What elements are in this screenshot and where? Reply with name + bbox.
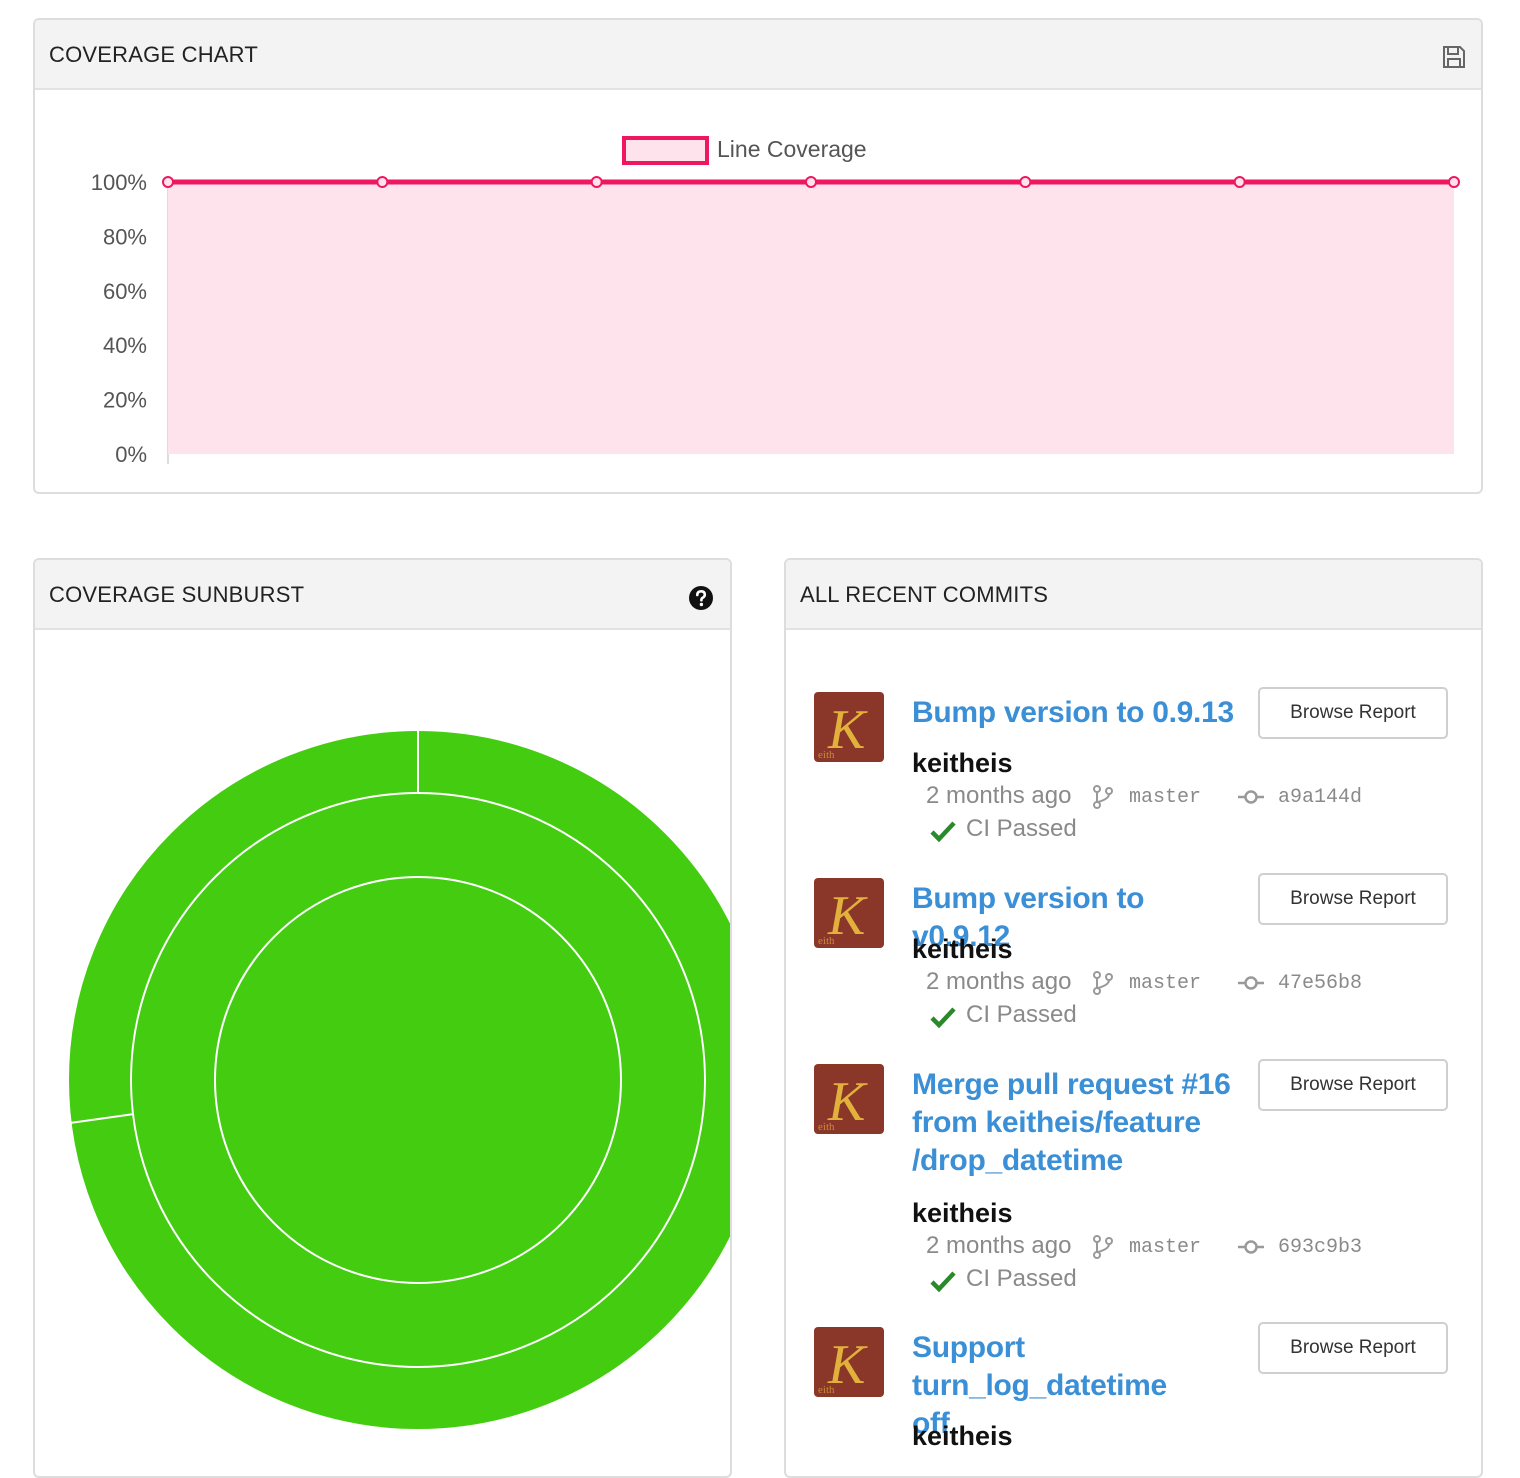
- commit-sha[interactable]: 693c9b3: [1278, 1236, 1362, 1259]
- branch-icon: [1093, 971, 1113, 995]
- coverage-sunburst-chart[interactable]: [35, 630, 732, 1478]
- commit-icon: [1238, 790, 1264, 804]
- coverage-chart-header: COVERAGE CHART: [35, 20, 1481, 90]
- browse-report-button[interactable]: Browse Report: [1258, 1322, 1448, 1374]
- ci-status-text: CI Passed: [966, 1265, 1077, 1292]
- check-icon: [930, 821, 956, 843]
- ci-status: CI Passed: [930, 815, 1230, 845]
- commit-title-link[interactable]: Bump version to 0.9.13: [912, 694, 1242, 732]
- coverage-sunburst-panel: COVERAGE SUNBURST: [33, 558, 732, 1478]
- avatar-image: K eith: [814, 1327, 884, 1397]
- commit-meta: 2 months ago master 693c9b3: [926, 1232, 1446, 1262]
- coverage-sunburst-title: COVERAGE SUNBURST: [49, 582, 305, 607]
- commit-branch[interactable]: master: [1129, 1236, 1201, 1259]
- y-tick-label: 80%: [103, 224, 147, 249]
- commit-author: keitheis: [912, 1421, 1013, 1451]
- legend-label: Line Coverage: [717, 136, 867, 162]
- author-avatar[interactable]: K eith: [814, 878, 884, 948]
- commit-icon: [1238, 1240, 1264, 1254]
- avatar-image: K eith: [814, 1064, 884, 1134]
- y-axis-ticks: 100% 80% 60% 40% 20% 0%: [91, 170, 147, 467]
- commit-author: keitheis: [912, 1198, 1013, 1228]
- ci-status-text: CI Passed: [966, 1001, 1077, 1028]
- branch-icon: [1093, 1235, 1113, 1259]
- commit-title-link[interactable]: Merge pull request #16 from keitheis/fea…: [912, 1066, 1232, 1180]
- commit-meta: 2 months ago master 47e56b8: [926, 968, 1446, 998]
- commit-time: 2 months ago: [926, 1232, 1072, 1259]
- coverage-point[interactable]: [1448, 176, 1460, 188]
- coverage-area: [168, 182, 1454, 454]
- avatar-image: K eith: [814, 878, 884, 948]
- ci-status: CI Passed: [930, 1265, 1230, 1295]
- commit-author: keitheis: [912, 748, 1013, 778]
- commit-branch[interactable]: master: [1129, 786, 1201, 809]
- coverage-point[interactable]: [376, 176, 389, 188]
- commit-sha[interactable]: 47e56b8: [1278, 972, 1362, 995]
- y-tick-label: 0%: [115, 442, 147, 467]
- ci-status-text: CI Passed: [966, 815, 1077, 842]
- avatar-image: K eith: [814, 692, 884, 762]
- legend-swatch: [622, 136, 709, 165]
- commit-meta: 2 months ago master a9a144d: [926, 782, 1446, 812]
- recent-commits-header: ALL RECENT COMMITS: [786, 560, 1481, 630]
- coverage-sunburst-header: COVERAGE SUNBURST: [35, 560, 730, 630]
- chart-legend[interactable]: Line Coverage: [622, 136, 867, 165]
- y-tick-label: 40%: [103, 333, 147, 358]
- avatar-sub: eith: [818, 1121, 835, 1133]
- floppy-disk-icon[interactable]: [1441, 44, 1467, 70]
- commit-time: 2 months ago: [926, 782, 1072, 809]
- commit-sha[interactable]: a9a144d: [1278, 786, 1362, 809]
- sunburst-center[interactable]: [214, 876, 622, 1284]
- author-avatar[interactable]: K eith: [814, 1327, 884, 1397]
- commit-time: 2 months ago: [926, 968, 1072, 995]
- coverage-point[interactable]: [1019, 176, 1032, 188]
- recent-commits-title: ALL RECENT COMMITS: [800, 582, 1049, 607]
- coverage-point[interactable]: [162, 176, 174, 188]
- coverage-chart-panel: COVERAGE CHART Line Coverage 100% 80% 60% 4…: [33, 18, 1483, 494]
- author-avatar[interactable]: K eith: [814, 1064, 884, 1134]
- coverage-chart-title: COVERAGE CHART: [49, 42, 258, 67]
- avatar-sub: eith: [818, 749, 835, 761]
- plot-area: [162, 176, 1460, 464]
- coverage-point[interactable]: [590, 176, 603, 188]
- y-tick-label: 60%: [103, 279, 147, 304]
- y-tick-label: 20%: [103, 388, 147, 413]
- browse-report-button[interactable]: Browse Report: [1258, 873, 1448, 925]
- coverage-line-chart: Line Coverage 100% 80% 60% 40% 20% 0%: [91, 136, 1460, 467]
- coverage-point[interactable]: [1233, 176, 1246, 188]
- question-circle-icon[interactable]: [688, 585, 714, 611]
- ci-status: CI Passed: [930, 1001, 1230, 1031]
- coverage-point[interactable]: [805, 176, 817, 188]
- check-icon: [930, 1271, 956, 1293]
- avatar-sub: eith: [818, 935, 835, 947]
- browse-report-button[interactable]: Browse Report: [1258, 1059, 1448, 1111]
- commit-branch[interactable]: master: [1129, 972, 1201, 995]
- check-icon: [930, 1007, 956, 1029]
- browse-report-button[interactable]: Browse Report: [1258, 687, 1448, 739]
- commit-icon: [1238, 976, 1264, 990]
- author-avatar[interactable]: K eith: [814, 692, 884, 762]
- avatar-sub: eith: [818, 1384, 835, 1396]
- commit-author: keitheis: [912, 934, 1013, 964]
- branch-icon: [1093, 785, 1113, 809]
- y-tick-label: 100%: [91, 170, 147, 195]
- recent-commits-panel: ALL RECENT COMMITS K eith Bump version t…: [784, 558, 1483, 1478]
